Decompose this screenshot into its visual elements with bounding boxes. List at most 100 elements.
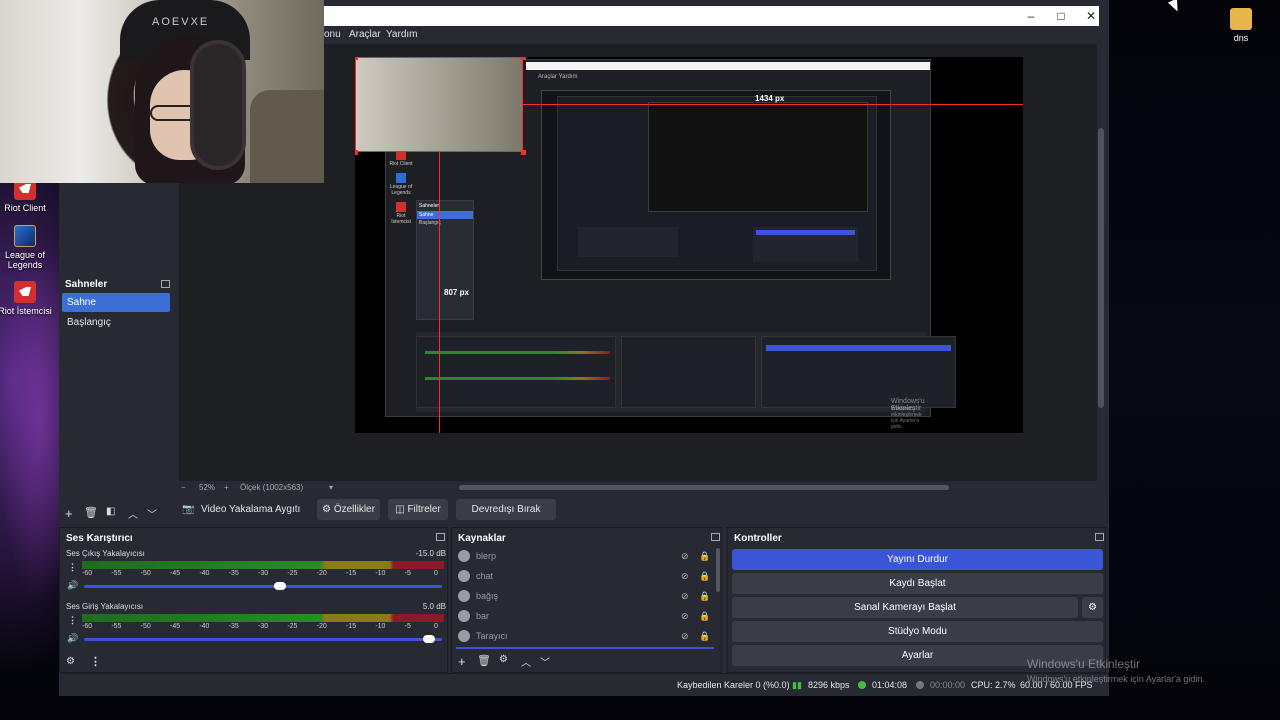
move-up-icon[interactable]: ︿ <box>521 654 531 669</box>
nested-icon-label: League of Legends <box>389 184 413 196</box>
meter-tick-label: -30 <box>258 623 269 630</box>
volume-meter <box>82 561 444 569</box>
desktop-icon-label: Riot İstemcisi <box>0 306 52 316</box>
resize-handle[interactable] <box>355 57 358 60</box>
preview-canvas[interactable]: Araçlar Yardım Riot Client League of Leg… <box>355 57 1023 433</box>
stop-streaming-button[interactable]: Yayını Durdur <box>732 549 1103 570</box>
scene-item-sahne[interactable]: Sahne <box>62 293 170 312</box>
record-icon <box>916 681 924 689</box>
activation-watermark-sub: Windows'u etkinleştirmek için Ayarlar'a … <box>1027 674 1205 684</box>
volume-knob[interactable] <box>274 582 287 590</box>
minimize-button[interactable]: – <box>1017 8 1045 24</box>
cpu-usage: CPU: 2.7% <box>971 680 1016 690</box>
channel-db: 5.0 dB <box>422 602 446 611</box>
dock-float-icon[interactable] <box>711 533 720 541</box>
source-item[interactable]: bar ⊘ 🔒 <box>456 608 712 626</box>
channel-name: Ses Giriş Yakalayıcısı <box>66 602 144 611</box>
desktop-icon-league-of-legends[interactable]: League of Legends <box>0 225 55 270</box>
trash-icon[interactable]: 🗑 <box>477 654 491 667</box>
sources-scrollbar[interactable] <box>716 548 720 592</box>
preview-vertical-scrollbar[interactable] <box>1097 44 1105 481</box>
visibility-hidden-icon[interactable]: ⊘ <box>681 571 689 582</box>
mixer-menu-icon[interactable]: ⋮ <box>90 655 101 668</box>
menu-item-tools[interactable]: Araçlar <box>349 29 381 40</box>
gear-icon[interactable]: ⚙ <box>499 654 508 665</box>
advanced-audio-icon[interactable]: ⚙ <box>66 656 75 667</box>
dock-float-icon[interactable] <box>436 533 445 541</box>
meter-tick-label: -25 <box>287 570 298 577</box>
nested-deep-mixer <box>578 227 678 257</box>
scrollbar-thumb[interactable] <box>1098 128 1104 408</box>
league-of-legends-icon <box>396 173 406 183</box>
source-item[interactable]: bağış ⊘ 🔒 <box>456 588 712 606</box>
desktop-icon-riot-istemcisi[interactable]: Riot İstemcisi <box>0 281 55 316</box>
trash-icon[interactable]: 🗑 <box>84 506 98 519</box>
visibility-hidden-icon[interactable]: ⊘ <box>681 611 689 622</box>
scale-label: Ölçek (1002x563) <box>240 483 304 492</box>
measure-width-label: 1434 px <box>755 94 785 103</box>
meter-tick-label: -55 <box>111 570 122 577</box>
dock-float-icon[interactable] <box>161 280 170 288</box>
scene-item-baslangic[interactable]: Başlangıç <box>62 313 170 332</box>
scenes-panel: Sahneler Sahne Başlangıç + 🗑 ◧ ︿ ﹀ <box>59 273 174 524</box>
resize-handle[interactable] <box>521 150 526 155</box>
visibility-hidden-icon[interactable]: ⊘ <box>681 551 689 562</box>
browser-source-icon <box>458 610 470 622</box>
lock-icon[interactable]: 🔒 <box>699 631 710 642</box>
start-recording-button[interactable]: Kaydı Başlat <box>732 573 1103 594</box>
meter-tick-label: -60 <box>82 623 93 630</box>
chevron-down-icon[interactable]: ▾ <box>329 483 333 492</box>
mixer-channel-output: Ses Çıkış Yakalayıcısı -15.0 dB ⋮ -60 -55… <box>66 548 446 598</box>
source-selection-box[interactable] <box>355 57 523 152</box>
meter-tick-label: -35 <box>228 623 239 630</box>
move-up-icon[interactable]: ︿ <box>128 506 138 521</box>
source-item[interactable]: chat ⊘ 🔒 <box>456 568 712 586</box>
meter-tick-label: -50 <box>140 570 151 577</box>
lock-icon[interactable]: 🔒 <box>699 611 710 622</box>
studio-mode-button[interactable]: Stüdyo Modu <box>732 621 1103 642</box>
volume-slider[interactable] <box>84 638 442 641</box>
preview-horizontal-scrollbar[interactable] <box>459 485 949 490</box>
source-item[interactable]: blerp ⊘ 🔒 <box>456 548 712 566</box>
zoom-out-button[interactable]: − <box>181 483 186 492</box>
lock-icon[interactable]: 🔒 <box>699 551 710 562</box>
virtual-camera-settings-button[interactable]: ⚙ <box>1082 597 1103 618</box>
dock-float-icon[interactable] <box>1095 533 1104 541</box>
add-icon[interactable]: + <box>65 506 73 521</box>
menu-item-help[interactable]: Yardım <box>386 29 418 40</box>
channel-menu-icon[interactable]: ⋮ <box>68 615 77 626</box>
selected-source-name: Video Yakalama Aygıtı <box>201 504 301 515</box>
properties-button[interactable]: ⚙ Özellikler <box>317 499 380 520</box>
source-item[interactable]: Tarayıcı ⊘ 🔒 <box>456 628 712 646</box>
controls-title: Kontroller <box>734 533 782 544</box>
menu-item-scene-collection[interactable]: onu <box>324 29 341 40</box>
lock-icon[interactable]: 🔒 <box>699 591 710 602</box>
resize-handle[interactable] <box>355 150 358 155</box>
move-down-icon[interactable]: ﹀ <box>147 506 157 521</box>
resize-handle[interactable] <box>521 57 526 60</box>
visibility-hidden-icon[interactable]: ⊘ <box>681 591 689 602</box>
filters-button[interactable]: ◫ Filtreler <box>388 499 448 520</box>
title-bar: – □ ✕ <box>324 6 1099 26</box>
desktop-icon-riot-client[interactable]: Riot Client <box>0 178 55 213</box>
channel-menu-icon[interactable]: ⋮ <box>68 562 77 573</box>
desktop-icon-dns[interactable]: dns <box>1211 8 1271 43</box>
speaker-icon[interactable]: 🔊 <box>67 633 78 644</box>
add-icon[interactable]: + <box>458 654 466 669</box>
deactivate-button[interactable]: Devredışı Bırak <box>456 499 556 520</box>
close-button[interactable]: ✕ <box>1077 8 1105 24</box>
meter-tick-label: -10 <box>375 623 386 630</box>
volume-knob[interactable] <box>423 635 436 643</box>
volume-slider[interactable] <box>84 585 442 588</box>
maximize-button[interactable]: □ <box>1047 8 1075 24</box>
speaker-icon[interactable]: 🔊 <box>67 580 78 591</box>
nested-deep-controls <box>753 227 858 262</box>
visibility-hidden-icon[interactable]: ⊘ <box>681 631 689 642</box>
move-down-icon[interactable]: ﹀ <box>540 654 550 669</box>
filter-icon[interactable]: ◧ <box>106 506 115 517</box>
folder-icon <box>1230 8 1252 30</box>
lock-icon[interactable]: 🔒 <box>699 571 710 582</box>
scenes-title: Sahneler <box>65 279 108 290</box>
zoom-in-button[interactable]: + <box>224 483 229 492</box>
start-virtual-camera-button[interactable]: Sanal Kamerayı Başlat <box>732 597 1078 618</box>
